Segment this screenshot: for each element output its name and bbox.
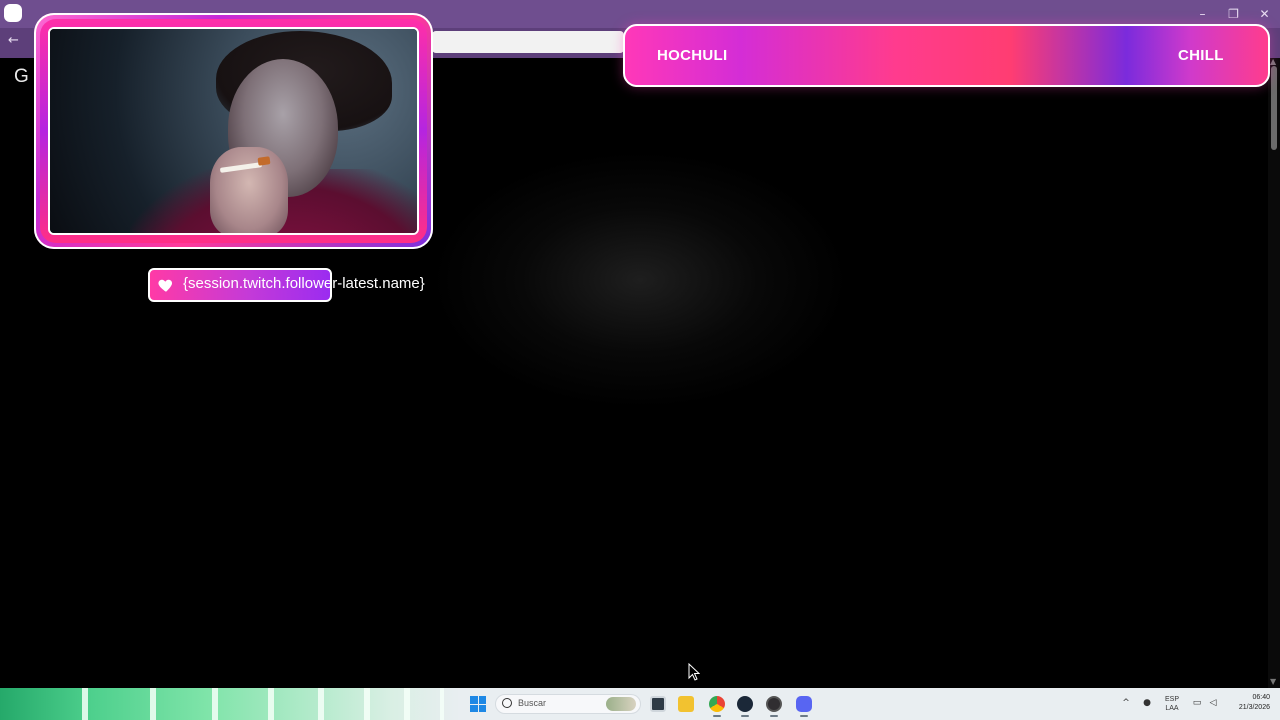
- taskbar-search-placeholder: Buscar: [518, 698, 547, 708]
- steam-icon[interactable]: [737, 696, 753, 712]
- active-indicator: [770, 715, 778, 717]
- discord-icon[interactable]: [796, 696, 812, 712]
- visualizer-bar: [404, 688, 410, 720]
- task-view-icon[interactable]: [650, 696, 666, 712]
- address-bar[interactable]: [432, 31, 624, 53]
- language-code: ESP: [1164, 696, 1179, 703]
- scroll-up-icon[interactable]: ▲: [1270, 58, 1278, 66]
- active-indicator: [800, 715, 808, 717]
- banner-status: CHILL: [1178, 47, 1224, 64]
- visualizer-bar: [318, 688, 324, 720]
- visualizer-bar: [440, 688, 444, 720]
- visualizer-bar: [150, 688, 156, 720]
- taskbar-clock[interactable]: 06:40 21/3/2026: [1228, 693, 1270, 713]
- webcam-video: [48, 27, 419, 235]
- clock-time: 06:40: [1252, 694, 1270, 701]
- latest-follower-text: {session.twitch.follower-latest.name}: [183, 275, 425, 292]
- language-indicator[interactable]: ESP LAA: [1162, 695, 1182, 713]
- webcam-cigarette-tip: [257, 156, 271, 166]
- chrome-icon[interactable]: [709, 696, 725, 712]
- webcam-frame: [34, 13, 433, 249]
- start-icon[interactable]: [470, 696, 486, 712]
- webcam-person-hand: [210, 147, 288, 233]
- banner-channel-name: HOCHULI: [657, 47, 728, 64]
- mouse-cursor-icon: [688, 663, 700, 681]
- visualizer-bar: [82, 688, 88, 720]
- file-explorer-icon[interactable]: [678, 696, 694, 712]
- back-arrow-icon[interactable]: ←: [8, 33, 24, 49]
- visualizer-bar: [364, 688, 370, 720]
- network-icon[interactable]: ▭: [1192, 698, 1202, 708]
- language-layout: LAA: [1165, 705, 1179, 712]
- page-logo-letter: G: [14, 66, 29, 87]
- screen: – ❐ ✕ ← G ▲ ▼ {session.twitch.follower-l…: [0, 0, 1280, 720]
- obs-icon[interactable]: [766, 696, 782, 712]
- app-logo: [4, 4, 22, 22]
- audio-visualizer: [0, 688, 460, 720]
- chevron-up-icon[interactable]: ^: [1121, 698, 1131, 708]
- heart-icon: [158, 279, 173, 292]
- volume-icon[interactable]: ◁: [1208, 698, 1218, 708]
- active-indicator: [713, 715, 721, 717]
- search-highlight-image: [606, 697, 636, 711]
- active-indicator: [741, 715, 749, 717]
- search-icon: [502, 698, 512, 708]
- visualizer-bar: [212, 688, 218, 720]
- microphone-icon[interactable]: ●: [1142, 698, 1152, 708]
- page-glow: [430, 150, 850, 410]
- scroll-down-icon[interactable]: ▼: [1270, 678, 1278, 686]
- clock-date: 21/3/2026: [1238, 704, 1270, 711]
- scrollbar[interactable]: [1268, 58, 1280, 688]
- visualizer-bar: [268, 688, 274, 720]
- scrollbar-thumb[interactable]: [1271, 66, 1277, 150]
